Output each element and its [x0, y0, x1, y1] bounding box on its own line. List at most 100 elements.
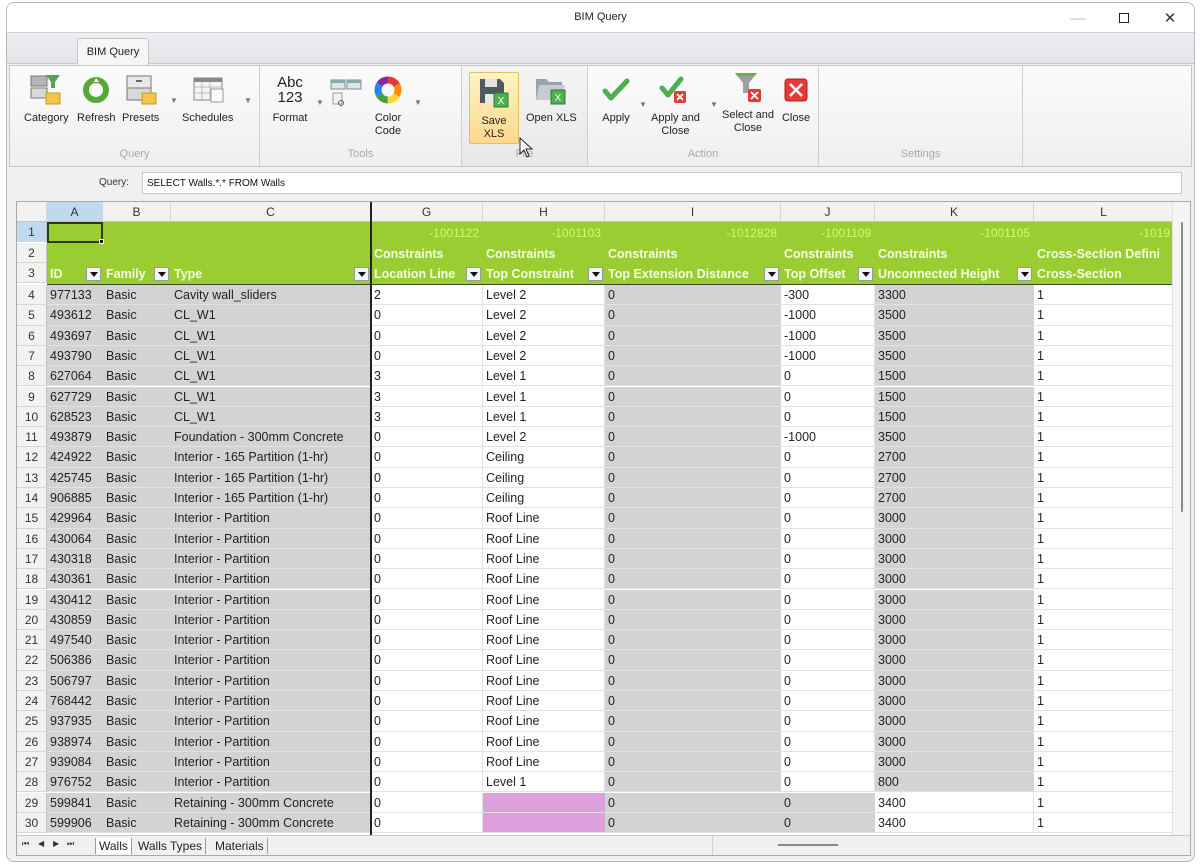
table-cell[interactable]: 0 — [605, 427, 781, 448]
prev-sheet-button[interactable]: ◀ — [38, 839, 44, 848]
table-cell[interactable]: 0 — [371, 508, 483, 529]
row-header[interactable]: 4 — [17, 285, 47, 306]
table-cell[interactable]: 430318 — [47, 548, 103, 570]
table-cell[interactable]: 3000 — [875, 528, 1034, 549]
table-cell[interactable]: 0 — [605, 548, 781, 570]
table-cell[interactable]: Roof Line — [483, 670, 605, 691]
row-header[interactable]: 6 — [17, 325, 47, 346]
table-cell[interactable]: 3500 — [875, 305, 1034, 326]
table-cell[interactable]: CL_W1 — [171, 386, 371, 407]
table-cell[interactable]: -1000 — [781, 325, 875, 346]
table-cell[interactable]: Basic — [103, 467, 171, 488]
open-xls-button[interactable]: X Open XLS — [526, 72, 577, 125]
table-cell[interactable]: 3000 — [875, 751, 1034, 773]
table-cell[interactable]: 1 — [1034, 447, 1174, 468]
table-cell[interactable]: Ceiling — [483, 488, 605, 509]
row-header[interactable]: 30 — [17, 812, 47, 834]
table-cell[interactable]: 0 — [781, 447, 875, 468]
save-xls-button[interactable]: X Save XLS — [469, 72, 519, 144]
table-cell[interactable]: 1 — [1034, 548, 1174, 570]
row-header[interactable]: 18 — [17, 569, 47, 590]
table-cell[interactable]: 0 — [371, 650, 483, 671]
fill-handle[interactable] — [99, 239, 104, 244]
table-cell[interactable]: CL_W1 — [171, 305, 371, 326]
table-cell[interactable] — [483, 792, 605, 813]
table-cell[interactable]: Basic — [103, 731, 171, 752]
table-cell[interactable]: 0 — [605, 812, 781, 834]
table-cell[interactable]: 1 — [1034, 711, 1174, 732]
table-cell[interactable]: 0 — [781, 711, 875, 732]
row-header[interactable]: 28 — [17, 772, 47, 793]
row-header[interactable]: 26 — [17, 731, 47, 752]
table-cell[interactable]: 1 — [1034, 528, 1174, 549]
sheet-tab-walls-types[interactable]: Walls Types — [135, 838, 207, 854]
table-cell[interactable]: Level 2 — [483, 305, 605, 326]
table-cell[interactable]: 2700 — [875, 447, 1034, 468]
table-cell[interactable]: 0 — [605, 751, 781, 773]
table-cell[interactable]: Interior - Partition — [171, 569, 371, 590]
table-cell[interactable]: Basic — [103, 812, 171, 834]
table-cell[interactable]: 0 — [781, 488, 875, 509]
table-cell[interactable]: 0 — [605, 650, 781, 671]
table-cell[interactable]: 938974 — [47, 731, 103, 752]
table-cell[interactable]: 3000 — [875, 731, 1034, 752]
table-cell[interactable]: 0 — [371, 751, 483, 773]
table-cell[interactable]: 1 — [1034, 467, 1174, 488]
column-tools-icon[interactable] — [330, 78, 364, 117]
table-cell[interactable]: Cavity wall_sliders — [171, 285, 371, 306]
table-cell[interactable]: 0 — [605, 447, 781, 468]
table-cell[interactable]: 1 — [1034, 406, 1174, 428]
table-cell[interactable]: 0 — [781, 792, 875, 813]
spreadsheet-grid[interactable]: A B C G H I J K L 1 2 3 ID Family Type -1001122 Constrai… — [16, 201, 1191, 856]
row-header[interactable]: 19 — [17, 589, 47, 610]
table-cell[interactable]: Level 1 — [483, 366, 605, 387]
ribbon-tab-bim-query[interactable]: BIM Query — [77, 38, 149, 65]
column-header-i[interactable]: I — [605, 202, 781, 222]
color-code-dropdown-arrow[interactable]: ▼ — [414, 98, 422, 107]
row-header[interactable]: 9 — [17, 386, 47, 407]
table-cell[interactable]: Roof Line — [483, 650, 605, 671]
table-cell[interactable]: 0 — [605, 386, 781, 407]
table-cell[interactable]: 0 — [605, 528, 781, 549]
category-button[interactable]: Category — [24, 72, 69, 125]
table-cell[interactable]: Level 2 — [483, 325, 605, 346]
table-cell[interactable]: 0 — [605, 569, 781, 590]
table-cell[interactable]: 2700 — [875, 467, 1034, 488]
table-cell[interactable]: 1 — [1034, 427, 1174, 448]
maximize-button[interactable] — [1101, 3, 1147, 33]
table-cell[interactable]: Interior - Partition — [171, 731, 371, 752]
column-header-b[interactable]: B — [103, 202, 171, 222]
table-cell[interactable]: 3400 — [875, 812, 1034, 834]
table-cell[interactable]: 0 — [605, 772, 781, 793]
column-filter-button[interactable] — [154, 267, 169, 281]
table-cell[interactable]: Interior - Partition — [171, 751, 371, 773]
table-cell[interactable]: Interior - Partition — [171, 772, 371, 793]
minimize-button[interactable]: — — [1055, 3, 1101, 33]
column-header-a[interactable]: A — [47, 202, 103, 222]
schedules-button[interactable]: Schedules — [182, 72, 233, 125]
table-cell[interactable]: 3500 — [875, 345, 1034, 367]
table-cell[interactable]: 3500 — [875, 427, 1034, 448]
table-cell[interactable]: 3 — [371, 386, 483, 407]
table-cell[interactable]: 1 — [1034, 772, 1174, 793]
table-cell[interactable]: 1 — [1034, 366, 1174, 387]
refresh-button[interactable]: Refresh — [77, 72, 116, 125]
table-cell[interactable]: Level 2 — [483, 345, 605, 367]
table-cell[interactable]: Basic — [103, 751, 171, 773]
table-cell[interactable]: 1 — [1034, 731, 1174, 752]
table-cell[interactable]: Roof Line — [483, 731, 605, 752]
column-filter-button[interactable] — [1017, 267, 1032, 281]
table-cell[interactable]: Roof Line — [483, 569, 605, 590]
table-cell[interactable]: 0 — [781, 467, 875, 488]
table-cell[interactable]: Interior - Partition — [171, 670, 371, 691]
table-cell[interactable]: -1000 — [781, 305, 875, 326]
table-cell[interactable]: 0 — [605, 792, 781, 813]
table-cell[interactable]: Ceiling — [483, 467, 605, 488]
table-cell[interactable]: 0 — [781, 609, 875, 631]
table-cell[interactable]: 0 — [371, 670, 483, 691]
table-cell[interactable]: 1 — [1034, 386, 1174, 407]
row-header[interactable]: 11 — [17, 427, 47, 448]
table-cell[interactable]: Interior - Partition — [171, 508, 371, 529]
table-cell[interactable]: Roof Line — [483, 630, 605, 651]
table-cell[interactable]: 424922 — [47, 447, 103, 468]
